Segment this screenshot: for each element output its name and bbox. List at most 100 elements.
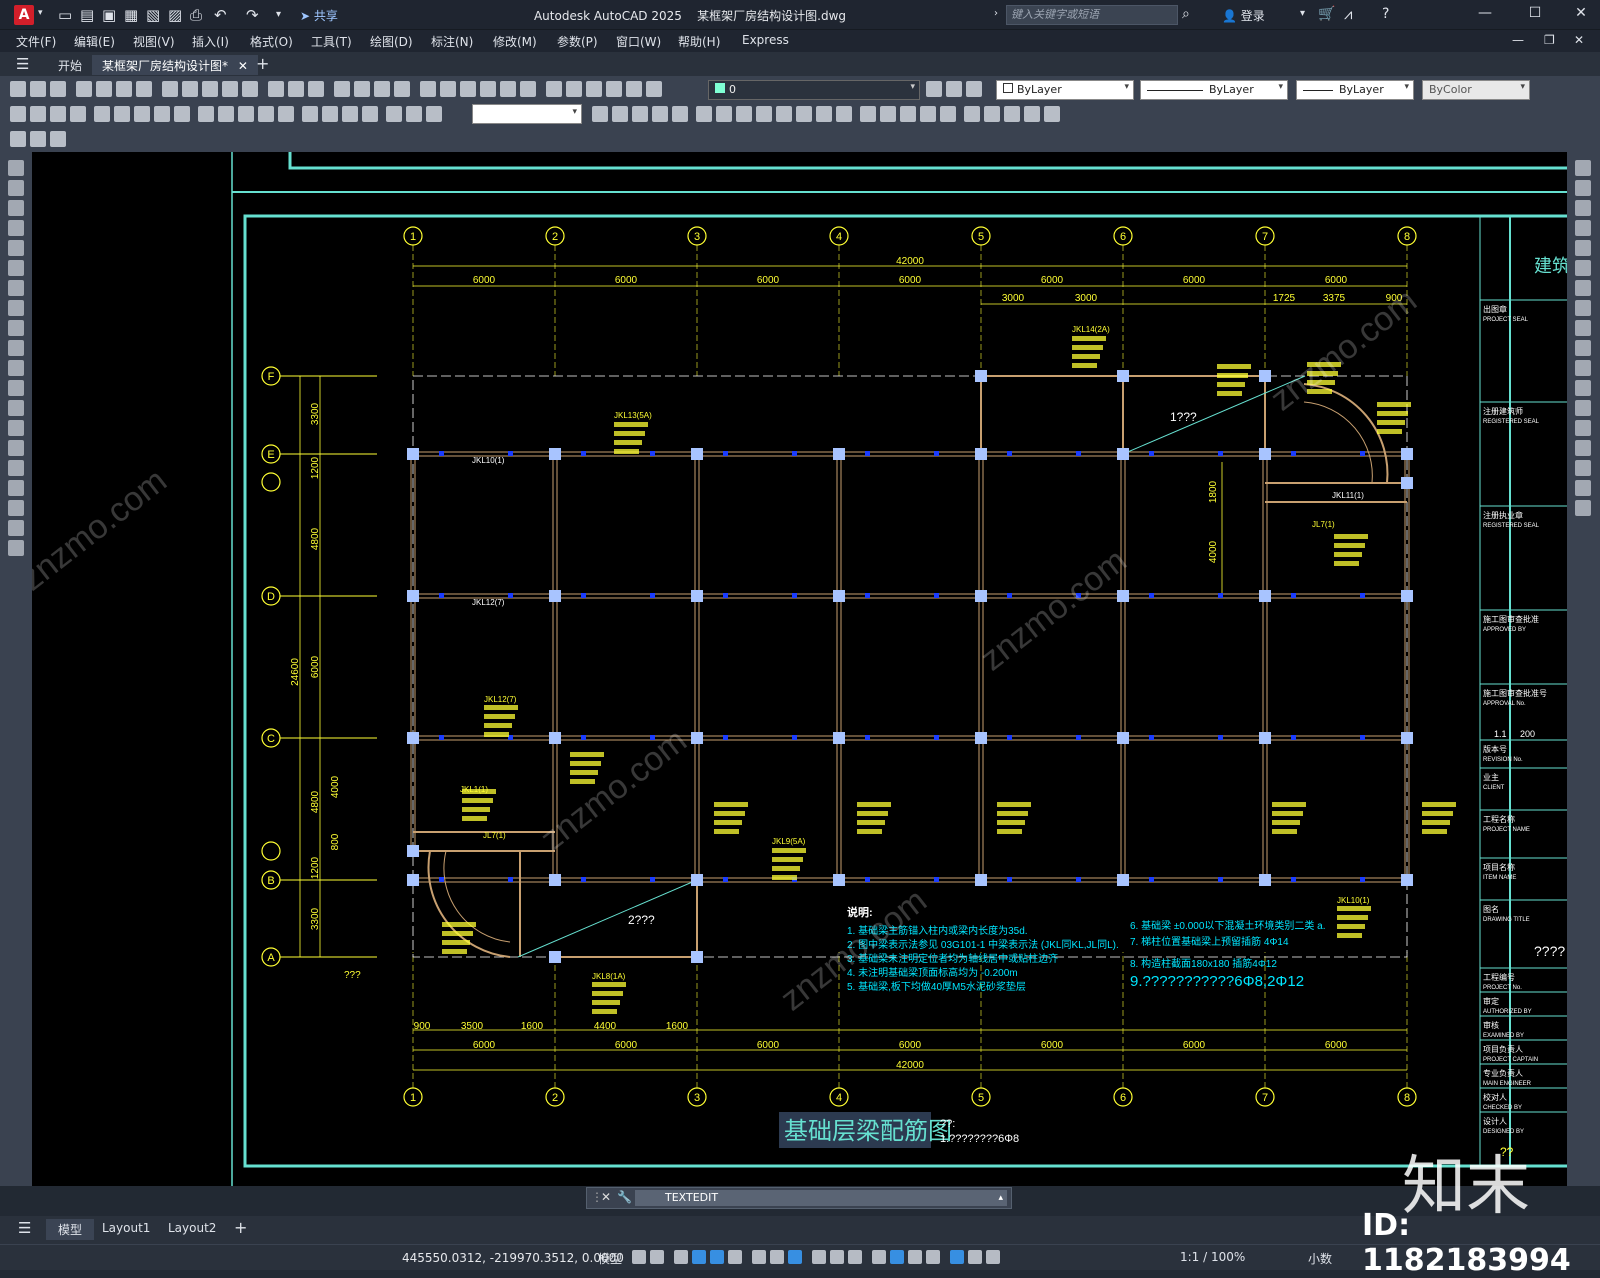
qat-dropdown-icon[interactable]: ▾	[276, 9, 281, 20]
rebar-note-block	[1272, 829, 1297, 834]
hamburger-menu-icon[interactable]: ☰	[16, 55, 29, 73]
command-input[interactable]: TEXTEDIT ▴	[635, 1190, 1007, 1206]
tb-row-en: PROJECT No.	[1483, 985, 1522, 991]
search-input[interactable]: 键入关键字或短语	[1006, 5, 1178, 25]
layer-tool-icons[interactable]	[924, 81, 984, 100]
rebar-mark	[865, 735, 870, 740]
annotation-scale[interactable]: 1:1 / 100%	[1180, 1250, 1245, 1264]
app-menu-chevron-icon[interactable]: ▾	[38, 8, 43, 18]
linetype-dropdown[interactable]: ByLayer ▾	[1140, 80, 1288, 100]
redo-icon[interactable]: ↷	[246, 6, 259, 24]
menu-file[interactable]: 文件(F)	[16, 33, 56, 50]
doc-close-icon[interactable]: ✕	[1574, 33, 1584, 47]
menu-help[interactable]: 帮助(H)	[678, 33, 720, 50]
beam-label: JKL11(1)	[1332, 491, 1364, 500]
menu-draw[interactable]: 绘图(D)	[370, 33, 413, 50]
close-button[interactable]: ✕	[1566, 5, 1596, 21]
tab-document[interactable]: 某框架厂房结构设计图* ✕	[92, 55, 258, 75]
help-icon[interactable]: ?	[1382, 6, 1389, 22]
drafting-toggle-icons[interactable]	[630, 1250, 1002, 1267]
drawing-title: 基础层梁配筋图	[784, 1117, 952, 1145]
rebar-note-block	[1217, 382, 1245, 387]
command-line[interactable]: ⋮ ✕ 🔧 TEXTEDIT ▴	[586, 1187, 1012, 1209]
minimize-button[interactable]: —	[1470, 5, 1500, 21]
menu-express[interactable]: Express	[742, 33, 789, 47]
new-tab-button[interactable]: +	[256, 54, 269, 73]
save-as-icon[interactable]: ▦	[124, 6, 138, 24]
rebar-mark	[1007, 451, 1012, 456]
standard-tool-icons[interactable]	[8, 81, 664, 100]
color-dropdown[interactable]: ByLayer ▾	[996, 80, 1134, 100]
cart-icon[interactable]: 🛒	[1318, 6, 1335, 22]
rebar-note-block	[857, 829, 882, 834]
add-layout-button[interactable]: +	[234, 1218, 247, 1237]
rebar-note-block	[997, 802, 1031, 807]
modify-tool-icons[interactable]	[590, 106, 1062, 125]
cmd-settings-icon[interactable]: 🔧	[617, 1190, 632, 1204]
drawing-canvas[interactable]: 建筑 出图章 PROJECT SEAL 注册建筑师 REGISTERED SEAL 注册…	[32, 152, 1567, 1186]
open-file-icon[interactable]: ▤	[80, 6, 94, 24]
web-save-icon[interactable]: ▧	[146, 6, 160, 24]
rebar-note-block	[1217, 364, 1251, 369]
menu-format[interactable]: 格式(O)	[250, 33, 293, 50]
autocad-logo-icon[interactable]: A	[14, 5, 34, 25]
cmd-close-icon[interactable]: ✕	[601, 1190, 611, 1204]
tb-row-cn: 工程名称	[1483, 814, 1515, 824]
web-open-icon[interactable]: ▨	[168, 6, 182, 24]
rebar-note-block	[1272, 811, 1303, 816]
coordinate-readout[interactable]: 445550.0312, -219970.3512, 0.0000	[402, 1251, 624, 1265]
units-setting[interactable]: 小数	[1308, 1250, 1332, 1267]
model-space-toggle[interactable]: 模型	[598, 1250, 622, 1267]
save-icon[interactable]: ▣	[102, 6, 116, 24]
plot-icon[interactable]: ⎙	[190, 6, 202, 24]
doc-restore-icon[interactable]: ❐	[1544, 33, 1555, 47]
tab-model[interactable]: 模型	[46, 1219, 95, 1240]
search-expand-icon[interactable]: ›	[994, 8, 998, 19]
menu-tools[interactable]: 工具(T)	[311, 33, 352, 50]
rebar-mark	[1149, 877, 1154, 882]
search-icon[interactable]: ⌕	[1182, 6, 1190, 22]
undo-icon[interactable]: ↶	[214, 6, 227, 24]
login-dropdown-icon[interactable]: ▾	[1300, 8, 1305, 19]
menu-view[interactable]: 视图(V)	[133, 33, 175, 50]
menu-insert[interactable]: 插入(I)	[192, 33, 229, 50]
dimension-tool-icons[interactable]	[8, 106, 444, 125]
maximize-button[interactable]: ☐	[1520, 5, 1550, 21]
tab-close-icon[interactable]: ✕	[238, 59, 248, 73]
tab-layout1[interactable]: Layout1	[102, 1221, 150, 1235]
dimstyle-dropdown[interactable]: ▾	[472, 104, 582, 124]
autodesk-a360-icon[interactable]: ⩘	[1344, 5, 1352, 23]
layer-dropdown[interactable]: 0 ▾	[708, 80, 920, 100]
login-button[interactable]: 👤 登录	[1222, 7, 1265, 24]
tb-row-en: DRAWING TITLE	[1483, 917, 1530, 923]
bottom-span-dim: 6000	[757, 1040, 780, 1051]
lineweight-dropdown[interactable]: ByLayer ▾	[1296, 80, 1414, 100]
tb-row-en: AUTHORIZED BY	[1483, 1009, 1532, 1015]
menu-window[interactable]: 窗口(W)	[616, 33, 661, 50]
layout-menu-icon[interactable]: ☰	[18, 1219, 31, 1237]
extra-tool-icons[interactable]	[8, 131, 68, 150]
menu-parametric[interactable]: 参数(P)	[557, 33, 598, 50]
menu-dimension[interactable]: 标注(N)	[431, 33, 473, 50]
stair-diagonal	[517, 879, 698, 958]
menu-modify[interactable]: 修改(M)	[493, 33, 537, 50]
plotstyle-dropdown[interactable]: ByColor ▾	[1422, 80, 1530, 100]
tab-layout2[interactable]: Layout2	[168, 1221, 216, 1235]
modify-side-icons[interactable]	[1575, 156, 1591, 520]
new-file-icon[interactable]: ▭	[58, 6, 72, 24]
draw-tool-icons[interactable]	[8, 156, 24, 560]
share-button[interactable]: ➤ 共享	[300, 7, 338, 24]
menu-edit[interactable]: 编辑(E)	[74, 33, 115, 50]
column	[1401, 732, 1413, 744]
rebar-note-block	[442, 922, 476, 927]
drawing-svg[interactable]: 建筑 出图章 PROJECT SEAL 注册建筑师 REGISTERED SEAL 注册…	[32, 152, 1567, 1186]
scale-note: ???	[344, 970, 361, 981]
building-outline	[412, 375, 1408, 958]
doc-minimize-icon[interactable]: —	[1512, 33, 1524, 47]
bottom-span-dim: 6000	[473, 1040, 496, 1051]
tab-start[interactable]: 开始	[48, 55, 92, 75]
tb-row-en: APPROVAL No.	[1483, 701, 1526, 707]
rebar-mark	[1360, 877, 1365, 882]
axis-label-E: E	[267, 449, 274, 461]
rebar-mark	[723, 593, 728, 598]
